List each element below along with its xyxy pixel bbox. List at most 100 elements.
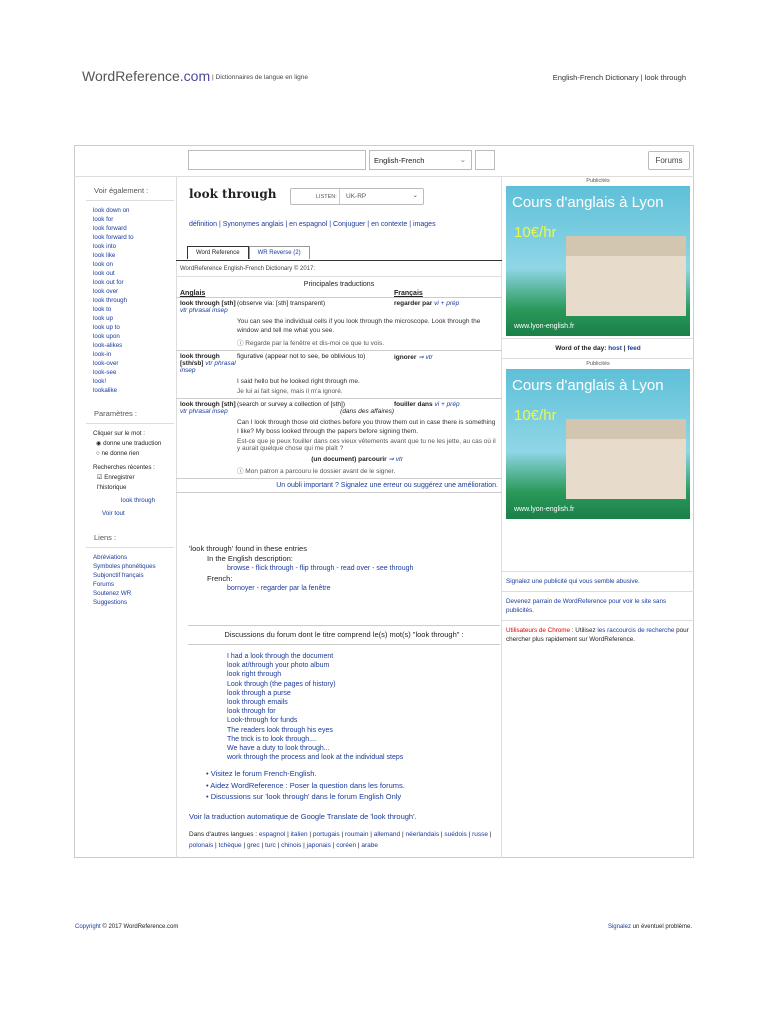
see-also-link[interactable]: look like xyxy=(93,251,174,260)
language-link[interactable]: coréen xyxy=(336,842,356,849)
see-also-link[interactable]: look through xyxy=(93,296,174,305)
report-error-link[interactable]: Un oubli important ? Signalez une erreur… xyxy=(176,478,502,493)
wod-link[interactable]: host xyxy=(608,345,622,352)
language-link[interactable]: arabe xyxy=(361,842,378,849)
see-also-link[interactable]: look out xyxy=(93,269,174,278)
sponsor-link[interactable]: Devenez parrain de WordReference pour vo… xyxy=(502,591,694,620)
see-also-link[interactable]: look upon xyxy=(93,332,174,341)
sidebar-link[interactable]: Suggestions xyxy=(93,598,174,607)
see-also-link[interactable]: look up to xyxy=(93,323,174,332)
language-select[interactable]: English-French ⌄ xyxy=(369,150,472,170)
entry-link[interactable]: Synonymes anglais xyxy=(223,221,284,228)
forum-thread-link[interactable]: look right through xyxy=(227,670,403,679)
dictionary-header: WordReference English-French Dictionary … xyxy=(176,262,502,277)
forum-thread-link[interactable]: I had a look through the document xyxy=(227,652,403,661)
language-link[interactable]: chinois xyxy=(281,842,301,849)
see-also-link[interactable]: look on xyxy=(93,260,174,269)
entry-link[interactable]: images xyxy=(413,221,436,228)
ad-building-image xyxy=(566,419,686,499)
see-also-link[interactable]: look over xyxy=(93,287,174,296)
ad-banner[interactable]: Cours d'anglais à Lyon 10€/hr www.lyon-eng… xyxy=(506,186,690,336)
see-also-link[interactable]: look forward xyxy=(93,224,174,233)
see-also-link[interactable]: look up xyxy=(93,314,174,323)
search-input[interactable] xyxy=(188,150,366,170)
search-shortcuts-link[interactable]: les raccourcis de recherche xyxy=(597,627,674,634)
forum-thread-link[interactable]: look through a purse xyxy=(227,689,403,698)
language-link[interactable]: roumain xyxy=(345,831,368,838)
forum-bullet-link[interactable]: Visitez le forum French-English. xyxy=(211,769,317,778)
see-also-link[interactable]: look-in xyxy=(93,350,174,359)
language-value: English-French xyxy=(374,156,425,165)
sidebar-link[interactable]: Abréviations xyxy=(93,553,174,562)
radio-translate[interactable]: ◉ donne une traduction xyxy=(93,439,174,449)
sidebar-link[interactable]: Soutenez WR xyxy=(93,589,174,598)
see-also-link[interactable]: look-see xyxy=(93,368,174,377)
forum-thread-link[interactable]: We have a duty to look through... xyxy=(227,744,403,753)
see-also-link[interactable]: look-over xyxy=(93,359,174,368)
listen-select[interactable]: LISTEN: UK-RP ⌄ xyxy=(290,188,424,205)
forum-heading: Discussions du forum dont le titre compr… xyxy=(188,625,500,645)
forum-thread-link[interactable]: Look through (the pages of history) xyxy=(227,680,403,689)
language-link[interactable]: russe xyxy=(472,831,488,838)
forum-thread-link[interactable]: The trick is to look through.... xyxy=(227,735,403,744)
search-button[interactable] xyxy=(475,150,495,170)
sidebar-link[interactable]: Subjonctif français xyxy=(93,571,174,580)
language-link[interactable]: japonais xyxy=(307,842,331,849)
sidebar-link[interactable]: Symboles phonétiques xyxy=(93,562,174,571)
english-entry-links[interactable]: browse - flick through - flip through - … xyxy=(189,564,413,574)
forum-thread-link[interactable]: look through emails xyxy=(227,698,403,707)
french-entry-links[interactable]: bornoyer - regarder par la fenêtre xyxy=(189,584,413,594)
language-link[interactable]: grec xyxy=(247,842,260,849)
forum-thread-link[interactable]: Look-through for funds xyxy=(227,716,403,725)
language-link[interactable]: suédois xyxy=(444,831,466,838)
entry-link[interactable]: en contexte xyxy=(371,221,407,228)
see-also-link[interactable]: look to xyxy=(93,305,174,314)
report-ad-link[interactable]: Signalez une publicité qui vous semble a… xyxy=(502,571,694,591)
radio-nothing[interactable]: ○ ne donne rien xyxy=(93,449,174,459)
google-translate-link[interactable]: Voir la traduction automatique de Google… xyxy=(189,812,417,821)
feed-link[interactable]: feed xyxy=(627,345,640,352)
language-link[interactable]: espagnol xyxy=(259,831,285,838)
ads-label: Publicités xyxy=(586,361,610,367)
see-also-link[interactable]: look-alikes xyxy=(93,341,174,350)
forum-thread-link[interactable]: look at/through your photo album xyxy=(227,661,403,670)
forums-button[interactable]: Forums xyxy=(648,151,690,170)
accent-value: UK-RP xyxy=(339,189,366,204)
language-link[interactable]: allemand xyxy=(374,831,400,838)
sense-cell: figurative (appear not to see, be oblivi… xyxy=(237,353,394,374)
term-cell: look through [sth/sb] vtr phrasal insep xyxy=(180,353,237,374)
language-link[interactable]: italien xyxy=(291,831,308,838)
save-history-checkbox[interactable]: ☑ Enregistrer l'historique xyxy=(93,473,163,493)
language-link[interactable]: tchèque xyxy=(219,842,242,849)
forum-bullet-link[interactable]: Aidez WordReference : Poser la question … xyxy=(210,781,405,790)
recent-label: Recherches récentes : xyxy=(93,464,155,471)
tab-wr-reverse[interactable]: WR Reverse (2) xyxy=(248,246,310,259)
forum-thread-link[interactable]: The readers look through his eyes xyxy=(227,726,403,735)
see-all-link[interactable]: Voir tout xyxy=(93,509,174,519)
language-link[interactable]: néerlandais xyxy=(405,831,439,838)
language-link[interactable]: portugais xyxy=(313,831,340,838)
see-also-link[interactable]: look for xyxy=(93,215,174,224)
recent-search-link[interactable]: look through xyxy=(93,496,174,506)
forum-bullet-link[interactable]: Discussions sur 'look through' dans le f… xyxy=(211,792,401,801)
logo[interactable]: WordReference.com xyxy=(82,68,210,84)
forum-thread-link[interactable]: work through the process and look at the… xyxy=(227,753,403,762)
sidebar-link[interactable]: Forums xyxy=(93,580,174,589)
see-also-link[interactable]: look into xyxy=(93,242,174,251)
language-link[interactable]: polonais xyxy=(189,842,213,849)
tab-wordreference[interactable]: Word Reference xyxy=(187,246,249,259)
report-problem-link[interactable]: Signalez xyxy=(608,924,631,930)
copyright-link[interactable]: Copyright xyxy=(75,924,101,930)
see-also-link[interactable]: lookalike xyxy=(93,386,174,395)
see-also-link[interactable]: look down on xyxy=(93,206,174,215)
see-also-link[interactable]: look out for xyxy=(93,278,174,287)
translation-row: look through [sth] vtr phrasal insep (sea… xyxy=(176,398,502,478)
language-link[interactable]: turc xyxy=(265,842,276,849)
see-also-link[interactable]: look! xyxy=(93,377,174,386)
entry-link[interactable]: en espagnol xyxy=(289,221,327,228)
forum-thread-link[interactable]: look through for xyxy=(227,707,403,716)
ad-banner[interactable]: Cours d'anglais à Lyon 10€/hr www.lyon-eng… xyxy=(506,369,690,519)
entry-link[interactable]: Conjuguer xyxy=(333,221,365,228)
entry-link[interactable]: définition xyxy=(189,221,217,228)
see-also-link[interactable]: look forward to xyxy=(93,233,174,242)
